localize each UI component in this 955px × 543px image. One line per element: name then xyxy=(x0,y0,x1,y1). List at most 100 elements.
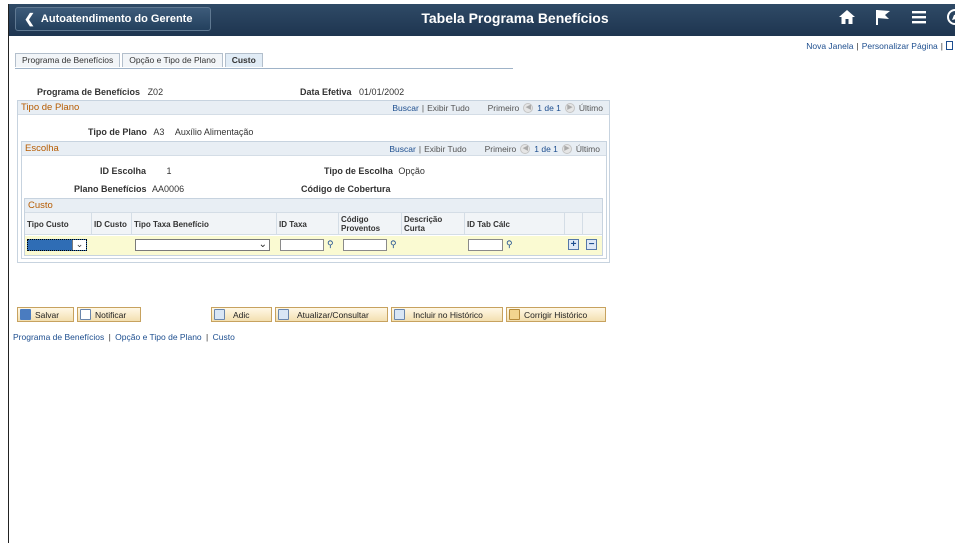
cost-grid-title: Custo xyxy=(28,200,53,211)
tab-divider xyxy=(15,68,513,69)
add-button[interactable]: Adic xyxy=(211,307,272,322)
cost-grid-columns: Tipo Custo ID Custo Tipo Taxa Benefício … xyxy=(25,213,602,235)
customize-page-link[interactable]: Personalizar Página xyxy=(862,41,938,51)
link-cost[interactable]: Custo xyxy=(213,332,235,342)
plan-type-nav: Buscar | Exibir Tudo Primeiro ◀ 1 de 1 ▶… xyxy=(392,103,603,113)
plan-type-group: Tipo de Plano Buscar | Exibir Tudo Prime… xyxy=(17,100,610,263)
search-icon[interactable]: ⚲ xyxy=(327,239,334,250)
find-link[interactable]: Buscar xyxy=(392,103,418,113)
next-row-icon[interactable]: ▶ xyxy=(561,144,572,154)
option-title: Escolha xyxy=(25,143,59,154)
row-count: 1 de 1 xyxy=(537,103,561,113)
option-type-label: Tipo de Escolha xyxy=(324,166,393,176)
link-separator: | xyxy=(856,41,859,51)
search-icon[interactable]: ⚲ xyxy=(390,239,397,250)
coverage-code-label: Código de Cobertura xyxy=(301,184,391,194)
notify-button[interactable]: Notificar xyxy=(77,307,141,322)
grid-icon[interactable] xyxy=(946,41,953,50)
correct-history-button[interactable]: Corrigir Histórico xyxy=(506,307,606,322)
benefit-plan-field: Plano Benefícios AA0006 xyxy=(74,184,184,194)
new-window-link[interactable]: Nova Janela xyxy=(806,41,853,51)
update-label: Atualizar/Consultar xyxy=(297,309,369,320)
column-divider xyxy=(464,213,465,235)
save-label: Salvar xyxy=(35,309,60,320)
plan-type-label: Tipo de Plano xyxy=(88,127,147,137)
column-divider xyxy=(401,213,402,235)
flag-icon[interactable] xyxy=(874,8,892,26)
option-id-field: ID Escolha 1 xyxy=(100,166,172,176)
rate-id-input[interactable] xyxy=(280,239,324,251)
earnings-code-input[interactable] xyxy=(343,239,387,251)
col-rate-type: Tipo Taxa Benefício xyxy=(134,220,209,229)
cost-grid-header: Custo xyxy=(25,199,602,213)
chevron-down-icon: ⌄ xyxy=(72,240,86,250)
previous-row-icon[interactable]: ◀ xyxy=(520,144,531,154)
column-divider xyxy=(91,213,92,235)
previous-row-icon[interactable]: ◀ xyxy=(523,103,534,113)
delete-row-icon[interactable]: − xyxy=(586,239,597,250)
column-divider xyxy=(276,213,277,235)
option-nav: Buscar | Exibir Tudo Primeiro ◀ 1 de 1 ▶… xyxy=(389,144,600,154)
coverage-code-field: Código de Cobertura xyxy=(301,184,391,194)
link-separator: | xyxy=(108,332,111,342)
benefit-plan-label: Plano Benefícios xyxy=(74,184,147,194)
effective-date-value: 01/01/2002 xyxy=(359,87,405,97)
first-label: Primeiro xyxy=(487,103,520,113)
row-count: 1 de 1 xyxy=(534,144,558,154)
column-divider xyxy=(338,213,339,235)
effective-date-field: Data Efetiva 01/01/2002 xyxy=(300,87,404,97)
view-all-link[interactable]: Exibir Tudo xyxy=(427,103,470,113)
tab-plan-type-option[interactable]: Opção e Tipo de Plano xyxy=(122,53,223,67)
col-short-description: Descrição Curta xyxy=(404,215,443,233)
tab-benefit-program[interactable]: Programa de Benefícios xyxy=(15,53,121,67)
menu-icon[interactable] xyxy=(910,8,928,26)
chevron-down-icon: ⌄ xyxy=(258,239,267,250)
program-field: Programa de Benefícios Z02 xyxy=(37,87,163,97)
option-group: Escolha Buscar | Exibir Tudo Primeiro ◀ … xyxy=(21,141,607,259)
update-display-button[interactable]: Atualizar/Consultar xyxy=(275,307,388,322)
program-value: Z02 xyxy=(147,87,164,97)
nav-separator: | xyxy=(418,144,422,154)
home-icon[interactable] xyxy=(838,8,856,26)
link-separator: | xyxy=(940,41,943,51)
include-history-label: Incluir no Histórico xyxy=(413,309,483,320)
back-button[interactable]: ❮ Autoatendimento do Gerente xyxy=(15,7,211,31)
tab-cost[interactable]: Custo xyxy=(224,53,263,67)
notify-label: Notificar xyxy=(95,309,127,320)
col-calc-table-id: ID Tab Cálc xyxy=(467,220,510,229)
cost-type-select[interactable]: ⌄ xyxy=(27,239,87,251)
next-row-icon[interactable]: ▶ xyxy=(564,103,575,113)
option-type-field: Tipo de Escolha Opção xyxy=(324,166,425,176)
plan-type-value: A3 xyxy=(153,127,165,137)
include-history-button[interactable]: Incluir no Histórico xyxy=(391,307,503,322)
view-all-link[interactable]: Exibir Tudo xyxy=(424,144,467,154)
include-history-icon xyxy=(394,309,405,320)
col-earnings-code: Código Proventos xyxy=(341,215,381,233)
navbar-icon[interactable] xyxy=(946,8,955,26)
save-button[interactable]: Salvar xyxy=(17,307,74,322)
link-plan-type-option[interactable]: Opção e Tipo de Plano xyxy=(115,332,201,342)
add-label: Adic xyxy=(233,309,250,320)
update-icon xyxy=(278,309,289,320)
link-benefit-program[interactable]: Programa de Benefícios xyxy=(13,332,104,342)
header-actions xyxy=(838,8,955,26)
search-icon[interactable]: ⚲ xyxy=(506,239,513,250)
first-label: Primeiro xyxy=(484,144,517,154)
column-divider xyxy=(131,213,132,235)
rate-type-select[interactable]: ⌄ xyxy=(135,239,270,251)
link-separator: | xyxy=(206,332,209,342)
page-tabs: Programa de Benefícios Opção e Tipo de P… xyxy=(15,53,265,67)
nav-separator: | xyxy=(421,103,425,113)
notify-icon xyxy=(80,309,91,320)
column-divider xyxy=(582,213,583,235)
top-links: Nova Janela | Personalizar Página | xyxy=(806,41,953,51)
chevron-left-icon: ❮ xyxy=(24,11,35,26)
calc-table-id-input[interactable] xyxy=(468,239,503,251)
add-row-icon[interactable]: + xyxy=(568,239,579,250)
find-link[interactable]: Buscar xyxy=(389,144,415,154)
back-button-label: Autoatendimento do Gerente xyxy=(40,13,193,25)
program-label: Programa de Benefícios xyxy=(37,87,141,97)
plan-type-description: Auxílio Alimentação xyxy=(174,127,254,137)
option-id-value: 1 xyxy=(166,166,172,176)
cost-grid: Custo Tipo Custo ID Custo Tipo Taxa Bene… xyxy=(24,198,603,256)
